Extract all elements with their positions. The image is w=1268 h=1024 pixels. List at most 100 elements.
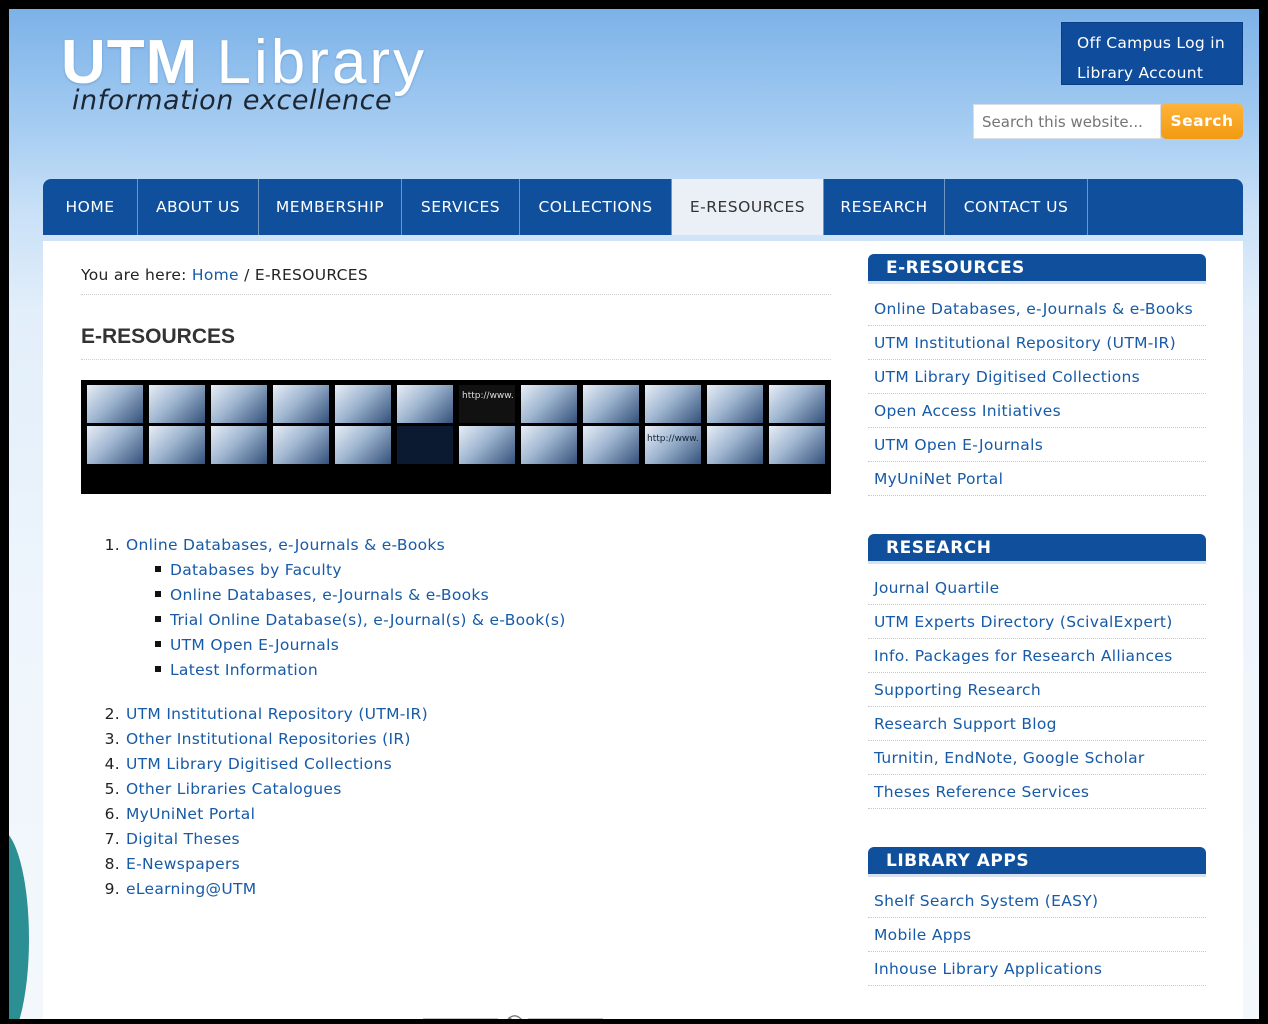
footer-ornament-icon: [423, 1015, 603, 1019]
sidebar-item: UTM Open E-Journals: [868, 428, 1206, 462]
sidebar-link[interactable]: Info. Packages for Research Alliances: [874, 647, 1173, 665]
e-resources-banner-image: http://www. http://www.: [81, 380, 831, 494]
nav-collections[interactable]: COLLECTIONS: [520, 179, 672, 235]
breadcrumb: You are here: Home / E-RESOURCES: [81, 266, 368, 284]
sidebar-item: UTM Library Digitised Collections: [868, 360, 1206, 394]
banner-tile: [397, 385, 453, 423]
sub-list-item: UTM Open E-Journals: [155, 636, 339, 654]
banner-tile: [707, 426, 763, 464]
breadcrumb-current: E-RESOURCES: [254, 266, 368, 284]
banner-tile: http://www.: [459, 385, 515, 423]
nav-about-us[interactable]: ABOUT US: [138, 179, 259, 235]
list-item: 1. Online Databases, e-Journals & e-Books: [83, 536, 445, 554]
nav-membership[interactable]: MEMBERSHIP: [259, 179, 402, 235]
sidebar-link[interactable]: Online Databases, e-Journals & e-Books: [874, 300, 1193, 318]
list-number: 1.: [104, 536, 120, 554]
library-account-link[interactable]: Library Account: [1077, 58, 1227, 88]
divider: [81, 294, 831, 295]
list-link[interactable]: MyUniNet Portal: [126, 805, 255, 823]
list-number: 3.: [104, 730, 120, 748]
sub-list-link[interactable]: Databases by Faculty: [170, 561, 342, 579]
sidebar-item: MyUniNet Portal: [868, 462, 1206, 496]
banner-tile: [149, 385, 205, 423]
banner-tile: [335, 426, 391, 464]
list-number: 9.: [104, 880, 120, 898]
list-link[interactable]: E-Newspapers: [126, 855, 240, 873]
sub-list-link[interactable]: Latest Information: [170, 661, 318, 679]
search-button[interactable]: Search: [1161, 103, 1243, 139]
sidebar-link[interactable]: Open Access Initiatives: [874, 402, 1061, 420]
account-box: Off Campus Log in Library Account: [1061, 22, 1243, 85]
search-input[interactable]: [973, 104, 1161, 139]
sidebar-link[interactable]: UTM Institutional Repository (UTM-IR): [874, 334, 1176, 352]
sidebar-item: Turnitin, EndNote, Google Scholar: [868, 741, 1206, 775]
bullet-icon: [155, 590, 161, 597]
list-link[interactable]: Digital Theses: [126, 830, 240, 848]
sidebar-link[interactable]: Research Support Blog: [874, 715, 1057, 733]
sub-list-link[interactable]: UTM Open E-Journals: [170, 636, 339, 654]
list-link[interactable]: UTM Institutional Repository (UTM-IR): [126, 705, 428, 723]
sidebar-link[interactable]: Inhouse Library Applications: [874, 960, 1102, 978]
sidebar-link[interactable]: Turnitin, EndNote, Google Scholar: [874, 749, 1145, 767]
sidebar-link[interactable]: Supporting Research: [874, 681, 1041, 699]
sub-list-link[interactable]: Trial Online Database(s), e-Journal(s) &…: [170, 611, 566, 629]
banner-tile: [583, 426, 639, 464]
list-link[interactable]: Online Databases, e-Journals & e-Books: [126, 536, 445, 554]
page-title: E-RESOURCES: [81, 325, 236, 348]
sidebar-link[interactable]: UTM Experts Directory (ScivalExpert): [874, 613, 1173, 631]
banner-tile: [335, 385, 391, 423]
content-panel: You are here: Home / E-RESOURCES E-RESOU…: [43, 241, 1243, 1019]
banner-tile: [211, 385, 267, 423]
list-number: 8.: [104, 855, 120, 873]
banner-tile: [149, 426, 205, 464]
list-number: 6.: [104, 805, 120, 823]
sidebar-link[interactable]: Mobile Apps: [874, 926, 971, 944]
breadcrumb-home-link[interactable]: Home: [192, 266, 239, 284]
nav-contact-us[interactable]: CONTACT US: [945, 179, 1088, 235]
nav-home[interactable]: HOME: [43, 179, 138, 235]
bullet-icon: [155, 615, 161, 622]
list-item: 4. UTM Library Digitised Collections: [83, 755, 392, 773]
list-item: 6. MyUniNet Portal: [83, 805, 255, 823]
sidebar-item: Online Databases, e-Journals & e-Books: [868, 292, 1206, 326]
list-link[interactable]: Other Institutional Repositories (IR): [126, 730, 411, 748]
sidebar-item: Inhouse Library Applications: [868, 952, 1206, 986]
sidebar-link[interactable]: Theses Reference Services: [874, 783, 1089, 801]
sidebar-item: Supporting Research: [868, 673, 1206, 707]
sidebar-item: Info. Packages for Research Alliances: [868, 639, 1206, 673]
sidebar-link[interactable]: Shelf Search System (EASY): [874, 892, 1098, 910]
banner-tile: [521, 426, 577, 464]
page-frame: UTM Library information excellence Off C…: [9, 9, 1259, 1019]
banner-tile: [211, 426, 267, 464]
sidebar-heading-research: RESEARCH: [868, 534, 1206, 564]
sidebar-link[interactable]: Journal Quartile: [874, 579, 999, 597]
nav-services[interactable]: SERVICES: [402, 179, 520, 235]
list-number: 4.: [104, 755, 120, 773]
list-item: 3. Other Institutional Repositories (IR): [83, 730, 411, 748]
sidebar-item: UTM Experts Directory (ScivalExpert): [868, 605, 1206, 639]
sidebar-item: Mobile Apps: [868, 918, 1206, 952]
sub-list-item: Trial Online Database(s), e-Journal(s) &…: [155, 611, 566, 629]
list-link[interactable]: UTM Library Digitised Collections: [126, 755, 392, 773]
nav-research[interactable]: RESEARCH: [824, 179, 945, 235]
sidebar-heading-library-apps: LIBRARY APPS: [868, 847, 1206, 877]
breadcrumb-prefix: You are here:: [81, 266, 187, 284]
sub-list-item: Latest Information: [155, 661, 318, 679]
sidebar-item: UTM Institutional Repository (UTM-IR): [868, 326, 1206, 360]
banner-tile: [769, 426, 825, 464]
banner-tile: [521, 385, 577, 423]
sidebar-link[interactable]: UTM Open E-Journals: [874, 436, 1043, 454]
sidebar-item: Journal Quartile: [868, 571, 1206, 605]
sidebar-link[interactable]: MyUniNet Portal: [874, 470, 1003, 488]
decorative-shape: [9, 829, 29, 1019]
list-link[interactable]: Other Libraries Catalogues: [126, 780, 342, 798]
sidebar-link[interactable]: UTM Library Digitised Collections: [874, 368, 1140, 386]
sub-list-link[interactable]: Online Databases, e-Journals & e-Books: [170, 586, 489, 604]
list-item: 9. eLearning@UTM: [83, 880, 257, 898]
list-number: 5.: [104, 780, 120, 798]
banner-tile: [273, 385, 329, 423]
off-campus-login-link[interactable]: Off Campus Log in: [1077, 28, 1227, 58]
banner-tile: [459, 426, 515, 464]
nav-e-resources[interactable]: E-RESOURCES: [672, 179, 824, 235]
list-link[interactable]: eLearning@UTM: [126, 880, 256, 898]
